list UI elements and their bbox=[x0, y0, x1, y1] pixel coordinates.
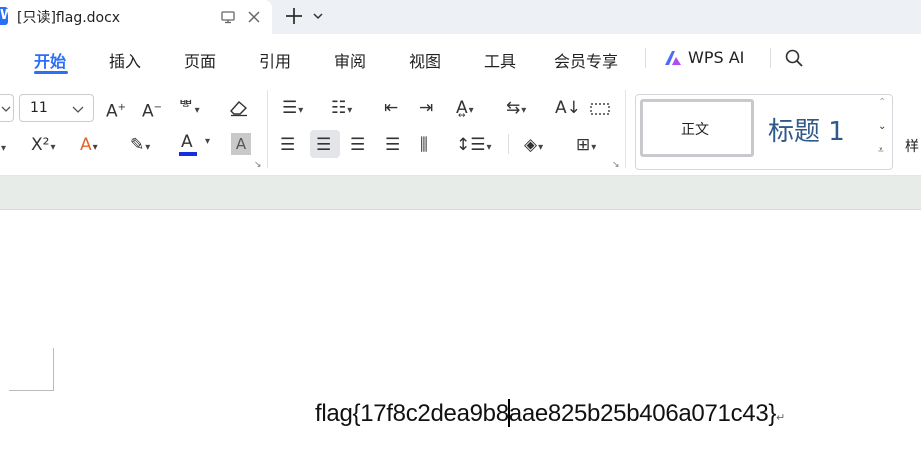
distribute-icon[interactable]: ⫼ bbox=[420, 135, 428, 155]
styles-gallery: 正文 标题 1 ⌃ ⌄ ⩡ bbox=[635, 94, 893, 170]
dialog-launcher-icon[interactable]: ↘ bbox=[254, 160, 262, 170]
text-direction-icon[interactable]: A͍▾ bbox=[456, 98, 474, 121]
ribbon-toolbar: 11 A+ A− ᄬ▾ ▾ X²▾ A▾ ✎▾ A ▾ A ↘ ☰▾ ☷▾ ⇤ … bbox=[0, 82, 921, 176]
line-spacing-icon[interactable]: ↕☰▾ bbox=[456, 135, 492, 158]
show-marks-icon[interactable] bbox=[590, 101, 610, 117]
style-heading1[interactable]: 标题 1 bbox=[760, 99, 876, 157]
increase-indent-icon[interactable]: ⇥ bbox=[419, 98, 433, 118]
more-font-chevron[interactable]: ▾ bbox=[0, 136, 6, 159]
shrink-font-icon[interactable]: A− bbox=[142, 98, 162, 122]
monitor-icon[interactable] bbox=[220, 9, 236, 25]
chevron-down-icon: ▾ bbox=[205, 136, 211, 147]
ribbon-separator bbox=[508, 134, 509, 154]
title-bar: W [只读]flag.docx bbox=[0, 0, 921, 34]
margin-corner-mark bbox=[53, 348, 54, 390]
align-right-icon[interactable]: ☰ bbox=[350, 135, 365, 155]
char-shading-icon[interactable]: A bbox=[231, 133, 251, 155]
wps-writer-icon: W bbox=[0, 7, 8, 25]
font-color-button[interactable]: A ▾ bbox=[178, 132, 214, 156]
superscript-button[interactable]: X²▾ bbox=[31, 135, 56, 158]
bullet-list-icon[interactable]: ☰▾ bbox=[282, 98, 303, 121]
sort-icon[interactable]: A↓ bbox=[555, 98, 581, 118]
menu-review[interactable]: 审阅 bbox=[334, 48, 366, 72]
search-icon[interactable] bbox=[784, 48, 804, 68]
phonetic-guide-icon[interactable]: ᄬ▾ bbox=[178, 98, 200, 121]
menu-view[interactable]: 视图 bbox=[409, 48, 441, 72]
style-normal[interactable]: 正文 bbox=[640, 99, 754, 157]
decrease-indent-icon[interactable]: ⇤ bbox=[384, 98, 398, 118]
document-text[interactable]: flag{17f8c2dea9b8aae825b25b406a071c43}↵ bbox=[315, 399, 785, 428]
styles-pane-button[interactable]: 样 bbox=[905, 136, 919, 156]
font-color-swatch bbox=[179, 152, 197, 156]
margin-corner-mark bbox=[9, 390, 54, 391]
ribbon-separator bbox=[267, 90, 268, 168]
font-name-select[interactable] bbox=[0, 94, 14, 122]
align-left-icon[interactable]: ☰ bbox=[280, 135, 295, 155]
font-color-icon: A bbox=[181, 132, 193, 152]
gallery-scroll-up-icon[interactable]: ⌃ bbox=[878, 97, 886, 108]
highlight-icon[interactable]: ✎▾ bbox=[130, 135, 150, 158]
menu-wps-ai[interactable]: WPS AI bbox=[688, 48, 744, 67]
menu-tools[interactable]: 工具 bbox=[484, 48, 516, 72]
style-heading1-label: 标题 1 bbox=[768, 117, 845, 147]
menu-references[interactable]: 引用 bbox=[259, 48, 291, 72]
ribbon-separator bbox=[625, 90, 626, 168]
tab-title: [只读]flag.docx bbox=[17, 10, 121, 26]
menu-membership[interactable]: 会员专享 bbox=[554, 48, 618, 72]
align-center-button[interactable]: ☰ bbox=[310, 130, 340, 158]
wps-ai-logo-icon bbox=[665, 51, 681, 65]
borders-icon[interactable]: ⊞▾ bbox=[576, 135, 596, 158]
align-center-icon: ☰ bbox=[316, 135, 332, 155]
font-size-select[interactable]: 11 bbox=[19, 94, 94, 122]
style-normal-label: 正文 bbox=[681, 122, 709, 138]
close-icon[interactable] bbox=[246, 9, 262, 25]
chevron-down-icon bbox=[72, 106, 84, 113]
ruler-area bbox=[0, 176, 921, 210]
gallery-scroll-down-icon[interactable]: ⌄ bbox=[878, 121, 886, 132]
flag-text-after-cursor: aae825b25b406a071c43} bbox=[508, 400, 777, 427]
justify-icon[interactable]: ☰ bbox=[385, 135, 400, 155]
flag-text-before-cursor: flag{17f8c2dea9b8 bbox=[315, 400, 509, 427]
paragraph-mark: ↵ bbox=[776, 412, 786, 424]
sort-direction-icon[interactable]: ⇆▾ bbox=[506, 98, 526, 121]
text-effect-icon[interactable]: A▾ bbox=[80, 135, 98, 158]
document-tab[interactable]: W [只读]flag.docx bbox=[0, 0, 272, 34]
shading-bucket-icon[interactable]: ◈▾ bbox=[524, 135, 543, 158]
numbered-list-icon[interactable]: ☷▾ bbox=[331, 98, 352, 121]
font-size-value: 11 bbox=[30, 100, 48, 116]
chevron-down-icon bbox=[1, 106, 11, 112]
menu-page[interactable]: 页面 bbox=[184, 48, 216, 72]
menu-home[interactable]: 开始 bbox=[34, 48, 66, 72]
document-page[interactable]: flag{17f8c2dea9b8aae825b25b406a071c43}↵ bbox=[0, 211, 921, 453]
grow-font-icon[interactable]: A+ bbox=[106, 98, 126, 122]
active-tab-indicator bbox=[34, 71, 68, 74]
menu-insert[interactable]: 插入 bbox=[109, 48, 141, 72]
menu-divider bbox=[770, 48, 771, 68]
menu-divider bbox=[645, 48, 646, 68]
gallery-more-icon[interactable]: ⩡ bbox=[878, 145, 884, 156]
superscript-label: X² bbox=[31, 135, 50, 155]
chevron-down-icon[interactable] bbox=[312, 10, 324, 22]
menu-bar: 开始 插入 页面 引用 审阅 视图 工具 会员专享 WPS AI bbox=[0, 34, 921, 82]
dialog-launcher-icon[interactable]: ↘ bbox=[612, 160, 620, 170]
clear-format-icon[interactable] bbox=[228, 99, 250, 117]
plus-icon[interactable] bbox=[284, 6, 304, 26]
